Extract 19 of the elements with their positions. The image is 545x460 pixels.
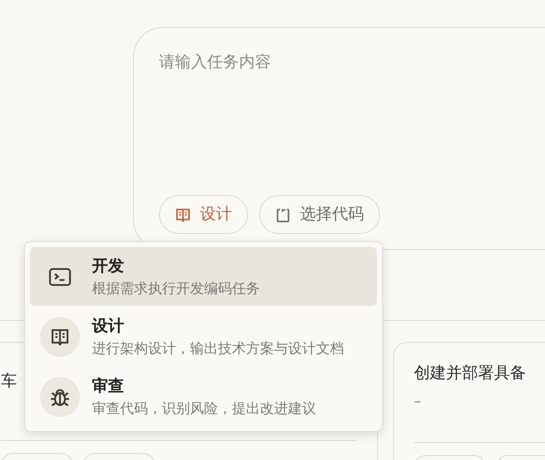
mode-description: 根据需求执行开发编码任务 <box>92 280 260 298</box>
mode-menu-item[interactable]: 开发 根据需求执行开发编码任务 <box>30 247 377 306</box>
mode-button[interactable]: 设计 <box>159 195 248 234</box>
terminal-icon <box>49 268 71 286</box>
book-icon <box>175 206 191 222</box>
mode-title: 审查 <box>92 376 125 396</box>
task-input-field[interactable]: 请输入任务内容 设计 选择代码 <box>133 27 545 250</box>
task-title: 车 <box>1 371 17 392</box>
task-subtitle: – <box>414 392 422 410</box>
task-title: 创建并部署具备 <box>414 363 526 384</box>
mode-description: 进行架构设计，输出技术方案与设计文档 <box>92 340 344 358</box>
mode-menu-item[interactable]: 设计 进行架构设计，输出技术方案与设计文档 <box>30 307 377 366</box>
mode-menu-item[interactable]: 审查 审查代码，识别风险，提出改进建议 <box>30 367 377 426</box>
mode-title: 设计 <box>92 316 125 336</box>
select-code-button[interactable]: 选择代码 <box>259 195 380 234</box>
mode-title: 开发 <box>92 256 125 276</box>
book-icon <box>49 326 71 346</box>
selection-icon <box>275 206 291 222</box>
mode-description: 审查代码，识别风险，提出改进建议 <box>92 400 316 418</box>
